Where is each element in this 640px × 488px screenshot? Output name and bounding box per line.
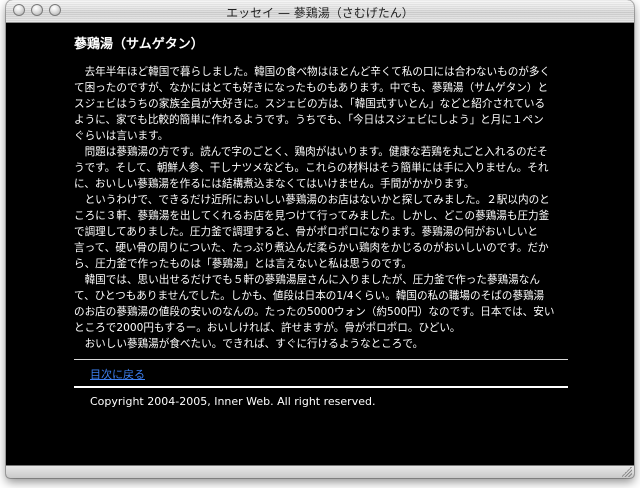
article-line: ら、圧力釜で作ったものは「蔘鶏湯」とは言えないと私は思うのです。 (74, 258, 412, 270)
back-to-contents-link[interactable]: 目次に戻る (90, 366, 145, 382)
title-bar[interactable]: エッセイ — 蔘鶏湯（さむげたん） (6, 0, 634, 23)
article-line: ぐらいは言います。 (74, 130, 169, 142)
article-line: 問題は蔘鶏湯の方です。読んで字のごとく、鶏肉がはいります。健康な若鶏を丸ごと入れ… (74, 146, 548, 158)
browser-window: エッセイ — 蔘鶏湯（さむげたん） 蔘鶏湯（サムゲタン） 去年半年ほど韓国で暮ら… (6, 0, 634, 478)
window-title: エッセイ — 蔘鶏湯（さむげたん） (226, 6, 414, 20)
page-content: 蔘鶏湯（サムゲタン） 去年半年ほど韓国で暮らしました。韓国の食べ物はほとんど辛く… (6, 23, 634, 466)
article-line: 韓国では、思い出せるだけでも５軒の蔘鶏湯屋さんに入りましたが、圧力釜で作った蔘鶏… (74, 274, 540, 286)
article-line: ころに３軒、蔘鶏湯を出してくれるお店を見つけて行ってみました。しかし、どこの蔘鶏… (74, 210, 550, 222)
article-line: うです。そして、朝鮮人参、干しナツメなども。これらの材料はそう簡単には手に入りま… (74, 162, 549, 174)
article-line: おいしい蔘鶏湯が食べたい。できれば、すぐに行けるようなところで。 (74, 338, 424, 350)
article-heading: 蔘鶏湯（サムゲタン） (74, 37, 204, 52)
article-line: スジェビはうちの家族全員が大好きに。スジェビの方は、「韓国式すいとん」などと紹介… (74, 98, 546, 110)
article-line: というわけで、できるだけ近所においしい蔘鶏湯のお店はないかと探してみました。２駅… (74, 194, 550, 206)
window-bottom-bar (6, 465, 634, 478)
article-body: 去年半年ほど韓国で暮らしました。韓国の食べ物はほとんど辛くて私の口には合わないも… (74, 64, 568, 352)
article-line: 去年半年ほど韓国で暮らしました。韓国の食べ物はほとんど辛くて私の口には合わないも… (74, 66, 551, 78)
article-line: ように、家でも比較的簡単に作れるようです。うちでも、「今日はスジェビにしよう」と… (74, 114, 544, 126)
article-line: ところで2000円もするー。おいしければ、許せますが。骨がポロポロ。ひどい。 (74, 322, 461, 334)
article-line: 言って、硬い骨の周りについた、たっぷり煮込んだ柔らかい鶏肉をかじるのがおいしいの… (74, 242, 549, 254)
resize-grip-icon[interactable] (622, 467, 632, 477)
divider (74, 359, 568, 360)
copyright-text: Copyright 2004-2005, Inner Web. All righ… (90, 395, 376, 408)
article-line: で調理してありました。圧力釜で調理すると、骨がポロポロになります。蔘鶏湯の何がお… (74, 226, 539, 238)
article-line: て、ひとつもありませんでした。しかも、値段は日本の1/4くらい。韓国の私の職場の… (74, 290, 545, 302)
article-line: に、おいしい蔘鶏湯を作るには結構煮込まなくてはいけません。手間がかかります。 (74, 178, 475, 190)
article-line: のお店の蔘鶏湯の値段の安いのなんの。たったの5000ウォン（約500円）なのです… (74, 306, 555, 318)
article-line: て困ったのですが、なかにはとても好きになったものもあります。中でも、蔘鶏湯（サム… (74, 82, 549, 94)
divider (74, 386, 568, 388)
